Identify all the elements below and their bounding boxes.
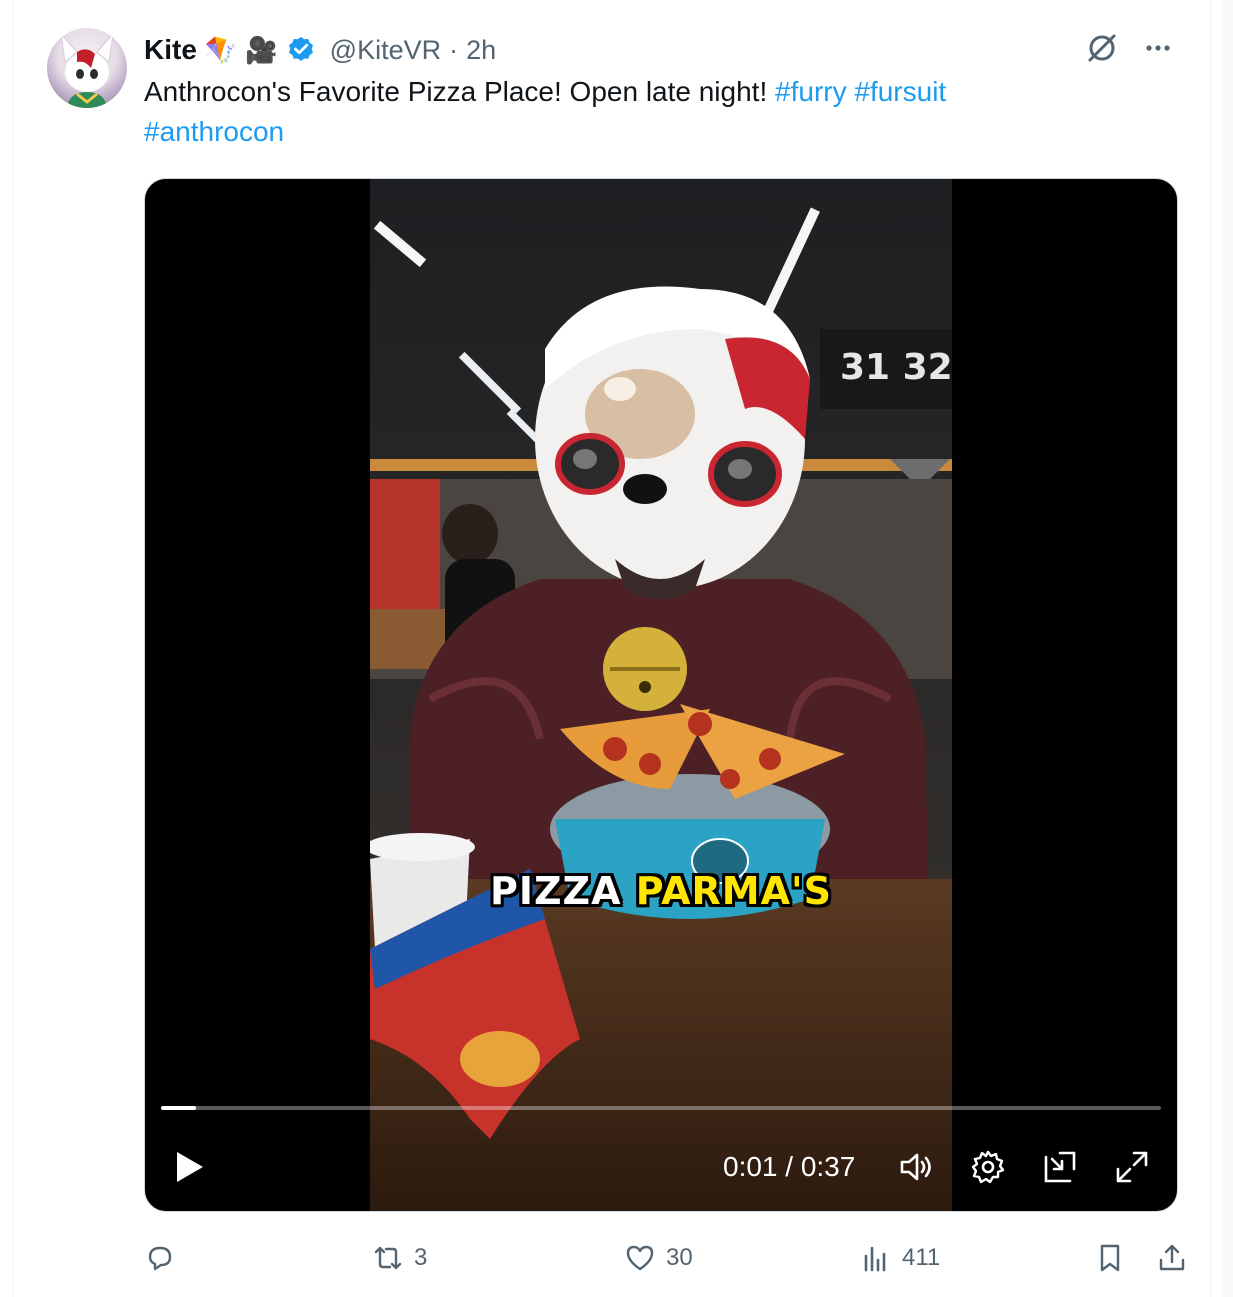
- tweet-card[interactable]: Kite 🪁 🎥 @KiteVR · 2h Anthrocon's Favori…: [12, 0, 1211, 1297]
- video-time: 0:01 / 0:37: [723, 1151, 856, 1182]
- tweet-time[interactable]: 2h: [466, 35, 496, 66]
- play-icon[interactable]: [171, 1149, 207, 1185]
- author-name[interactable]: Kite: [144, 34, 197, 66]
- kite-emoji: 🪁: [204, 35, 238, 65]
- retweet-icon: [374, 1246, 402, 1270]
- bookmark-icon: [1100, 1244, 1120, 1272]
- verified-badge-icon[interactable]: [286, 35, 316, 65]
- like-button[interactable]: 30: [624, 1236, 693, 1280]
- header-separator: ·: [449, 34, 459, 65]
- tweet-text: Anthrocon's Favorite Pizza Place! Open l…: [144, 72, 1144, 152]
- retweet-count: 3: [414, 1244, 428, 1271]
- hashtag-furry[interactable]: #furry: [775, 76, 847, 107]
- like-count: 30: [666, 1244, 693, 1271]
- hashtag-fursuit[interactable]: #fursuit: [854, 76, 946, 107]
- header-actions: [1084, 30, 1174, 71]
- video-frame[interactable]: 31 32: [370, 179, 952, 1211]
- camera-emoji: 🎥: [245, 35, 278, 65]
- fullscreen-icon[interactable]: [1114, 1149, 1150, 1185]
- gear-icon[interactable]: [970, 1149, 1006, 1185]
- views-icon: [864, 1246, 886, 1272]
- svg-text:31 32: 31 32: [840, 347, 952, 388]
- video-progress-bar[interactable]: [161, 1106, 1161, 1110]
- author-handle[interactable]: @KiteVR: [330, 35, 441, 66]
- video-player[interactable]: 31 32 PIZZA PARMA'S 0:01 / 0:37: [144, 178, 1178, 1212]
- retweet-button[interactable]: 3: [372, 1236, 427, 1280]
- tweet-action-bar: 3 30 411: [144, 1236, 1185, 1280]
- video-controls: 0:01 / 0:37: [145, 1139, 1177, 1195]
- caption-word-white: PIZZA: [489, 869, 622, 913]
- caption-word-yellow: PARMA'S: [635, 869, 832, 913]
- video-progress-fill: [161, 1106, 196, 1110]
- tweet-header: Kite 🪁 🎥 @KiteVR · 2h: [144, 30, 496, 70]
- heart-icon: [626, 1245, 654, 1271]
- avatar[interactable]: [47, 28, 127, 108]
- reply-icon: [148, 1246, 172, 1271]
- reply-button[interactable]: [144, 1236, 186, 1280]
- share-icon: [1159, 1244, 1185, 1271]
- bookmark-button[interactable]: [1094, 1236, 1126, 1280]
- tweet-body: Anthrocon's Favorite Pizza Place! Open l…: [144, 76, 776, 107]
- grok-icon[interactable]: [1084, 30, 1120, 71]
- volume-icon[interactable]: [898, 1149, 934, 1185]
- scrollbar-track[interactable]: [1222, 0, 1233, 1297]
- share-button[interactable]: [1156, 1236, 1188, 1280]
- views-button[interactable]: 411: [860, 1236, 940, 1280]
- video-caption: PIZZA PARMA'S: [145, 869, 1177, 913]
- pip-icon[interactable]: [1042, 1149, 1078, 1185]
- more-icon[interactable]: [1142, 32, 1174, 69]
- views-count: 411: [902, 1244, 941, 1271]
- hashtag-anthrocon[interactable]: #anthrocon: [144, 116, 284, 147]
